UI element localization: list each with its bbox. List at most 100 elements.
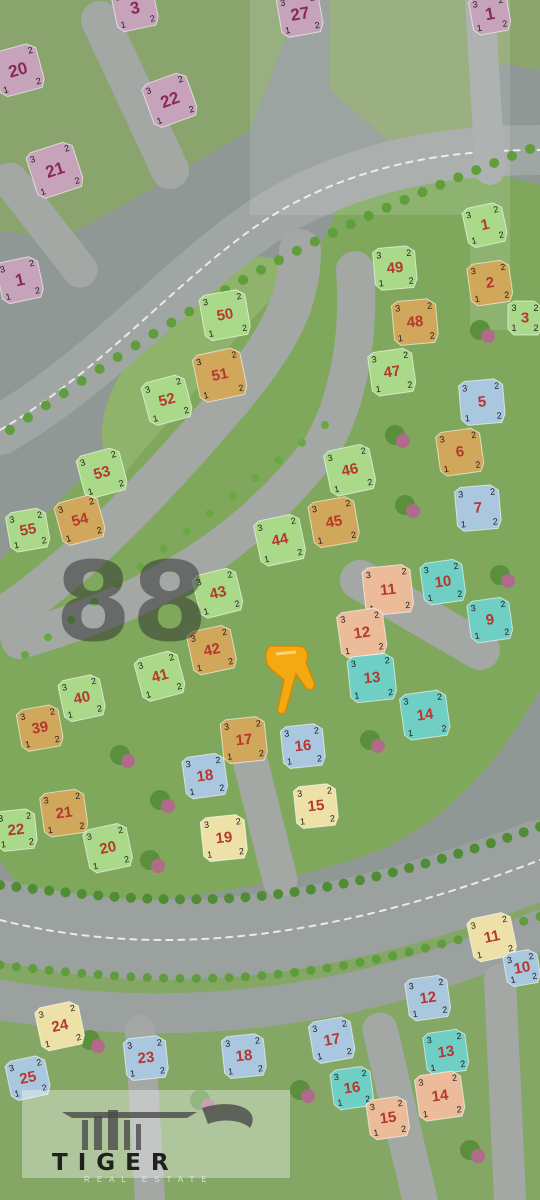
building-1[interactable]: 32121 xyxy=(461,201,508,249)
building-17[interactable]: 3 21 217 xyxy=(307,1016,357,1065)
building-number-label: 17 xyxy=(235,731,253,750)
building-7[interactable]: 3 2 1 27 xyxy=(453,484,502,532)
building-15[interactable]: 3 21 215 xyxy=(292,783,339,829)
building-14[interactable]: 3 21 214 xyxy=(414,1070,466,1122)
building-13[interactable]: 3 21 213 xyxy=(422,1028,470,1076)
building-18[interactable]: 3 21 218 xyxy=(181,752,229,800)
tree-icon xyxy=(338,878,349,889)
building-3[interactable]: 32123 xyxy=(507,300,540,336)
building-47[interactable]: 3 21 247 xyxy=(367,347,417,397)
logo-tagline: REAL ESTATE xyxy=(84,1175,214,1184)
tree-icon xyxy=(94,363,105,374)
building-number-label: 12 xyxy=(353,623,372,642)
building-51[interactable]: 321251 xyxy=(191,347,249,404)
tree-icon xyxy=(327,227,338,238)
unit-number: 2 xyxy=(388,687,394,697)
building-2[interactable]: 3 21 22 xyxy=(466,259,514,307)
tree-icon xyxy=(125,892,136,903)
building-number-label: 25 xyxy=(18,1068,38,1088)
tree-icon xyxy=(11,881,22,892)
tree-icon xyxy=(453,172,464,183)
tree-icon xyxy=(240,892,251,903)
building-49[interactable]: 3 21 249 xyxy=(372,245,418,291)
building-10[interactable]: 3 21 210 xyxy=(502,948,540,988)
building-20[interactable]: 321220 xyxy=(82,822,134,874)
building-9[interactable]: 3 21 29 xyxy=(466,596,514,644)
building-6[interactable]: 3 21 26 xyxy=(435,427,485,477)
building-55[interactable]: 3 21 255 xyxy=(4,507,51,553)
tiger-real-estate-logo: TIGER REAL ESTATE xyxy=(22,1090,290,1184)
building-12[interactable]: 3 21 212 xyxy=(336,607,388,659)
building-39[interactable]: 3 21 239 xyxy=(15,704,65,753)
building-14[interactable]: 3 21 214 xyxy=(399,689,451,741)
unit-number: 1 xyxy=(227,751,233,761)
unit-number: 3 xyxy=(350,659,356,669)
building-13[interactable]: 3 21 213 xyxy=(346,653,398,704)
unit-number: 3 xyxy=(365,570,371,580)
building-18[interactable]: 3 21 218 xyxy=(220,1033,267,1079)
building-24[interactable]: 321224 xyxy=(34,1000,86,1052)
building-5[interactable]: 3 2 1 25 xyxy=(457,378,506,426)
building-number-label: 15 xyxy=(379,1108,398,1127)
building-number-label: 14 xyxy=(431,1086,451,1105)
building-21[interactable]: 321221 xyxy=(39,788,89,838)
unit-number: 1 xyxy=(397,333,403,343)
tree-icon xyxy=(184,306,195,317)
building-number-label: 11 xyxy=(379,581,397,600)
tree-icon xyxy=(22,412,33,423)
tree-icon xyxy=(502,832,513,843)
tree-icon xyxy=(306,965,316,975)
tree-icon xyxy=(417,187,428,198)
tree-icon xyxy=(224,893,235,904)
tree-icon xyxy=(109,891,120,902)
tree-icon xyxy=(371,739,385,753)
tree-icon xyxy=(256,264,267,275)
unit-number: 1 xyxy=(228,1066,234,1076)
unit-number: 2 xyxy=(238,846,244,856)
tree-icon xyxy=(58,388,69,399)
unit-number: 2 xyxy=(28,836,34,846)
building-number-label: 20 xyxy=(98,838,118,858)
building-1[interactable]: 32121 xyxy=(468,0,512,36)
building-44[interactable]: 321244 xyxy=(253,513,308,568)
building-22[interactable]: 321222 xyxy=(0,808,38,852)
building-15[interactable]: 3 21 215 xyxy=(365,1095,410,1141)
tree-icon xyxy=(290,967,300,977)
unit-number: 2 xyxy=(496,410,502,420)
building-number-label: 13 xyxy=(437,1042,456,1061)
building-45[interactable]: 321245 xyxy=(307,495,360,549)
building-23[interactable]: 3 21 223 xyxy=(122,1035,169,1081)
building-27[interactable]: 321227 xyxy=(275,0,325,38)
tree-icon xyxy=(251,474,260,483)
building-number-label: 12 xyxy=(419,988,438,1007)
building-48[interactable]: 3 21 248 xyxy=(390,298,439,346)
unit-number: 3 xyxy=(204,820,210,830)
building-number-label: 49 xyxy=(386,259,404,277)
building-17[interactable]: 3 21 217 xyxy=(219,716,268,765)
building-number-label: 18 xyxy=(235,1047,253,1066)
tree-icon xyxy=(406,504,420,518)
building-40[interactable]: 321240 xyxy=(57,673,107,723)
building-16[interactable]: 3 21 216 xyxy=(279,723,326,769)
unit-number: 1 xyxy=(460,519,466,529)
building-1[interactable]: 32121 xyxy=(0,255,45,305)
building-46[interactable]: 321246 xyxy=(323,443,378,498)
building-number-label: 18 xyxy=(196,766,215,785)
building-number-label: 51 xyxy=(210,365,230,385)
building-10[interactable]: 3 21 210 xyxy=(419,558,467,606)
tree-icon xyxy=(256,890,267,901)
building-50[interactable]: 321250 xyxy=(198,288,251,342)
tree-icon xyxy=(399,194,410,205)
unit-number: 1 xyxy=(130,1068,136,1078)
tree-icon xyxy=(435,179,446,190)
tree-icon xyxy=(159,973,169,983)
tree-icon xyxy=(207,893,218,904)
building-19[interactable]: 3 21 219 xyxy=(199,814,248,863)
tree-icon xyxy=(28,964,38,974)
tree-icon xyxy=(437,939,447,949)
unit-number: 3 xyxy=(376,250,382,260)
tree-icon xyxy=(525,143,535,154)
tree-icon xyxy=(274,456,283,465)
building-12[interactable]: 3 21 212 xyxy=(404,974,452,1022)
unit-number: 3 xyxy=(511,303,516,313)
